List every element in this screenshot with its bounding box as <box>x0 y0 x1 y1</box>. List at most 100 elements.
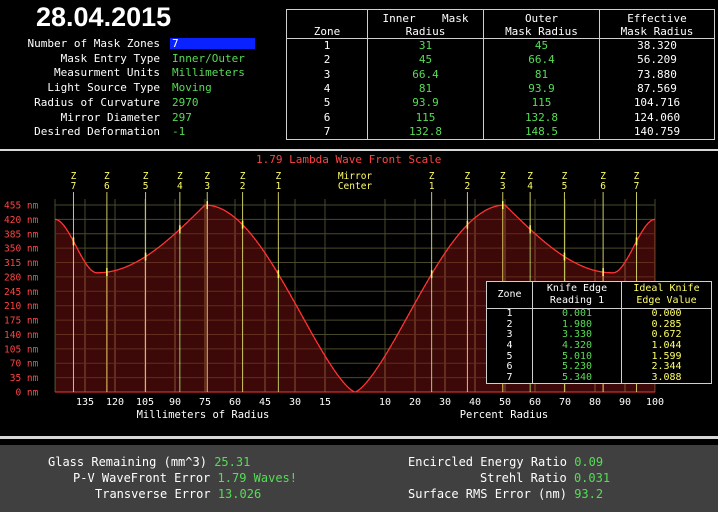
x-tick-label: 70 <box>559 397 571 408</box>
table-row: 1 0.001 0.000 <box>486 308 712 320</box>
param-value[interactable]: -1 <box>172 125 185 139</box>
table-cell[interactable]: 132.8 <box>367 124 484 140</box>
param-label: Desired Deformation <box>34 125 160 139</box>
table-cell[interactable]: 81 <box>367 81 484 97</box>
param-label: Mask Entry Type <box>60 51 160 65</box>
x-tick-label: 135 <box>76 397 94 408</box>
zone-marker-label: 4 <box>177 181 183 192</box>
y-tick-label: 0 nm <box>4 388 39 399</box>
x-tick-label: 90 <box>619 397 631 408</box>
table-row: 5 93.9 115 104.716 <box>286 96 715 111</box>
x-tick-label: 75 <box>199 397 211 408</box>
y-tick-label: 140 nm <box>4 330 39 341</box>
table-cell[interactable]: 93.9 <box>367 96 484 111</box>
table-cell[interactable]: 81 <box>483 67 600 82</box>
results-panel: Glass Remaining (mm^3) 25.31 P-V WaveFro… <box>0 445 718 512</box>
table-cell[interactable]: 66.4 <box>367 67 484 82</box>
param-value[interactable]: 297 <box>172 111 192 125</box>
param-value[interactable]: Millimeters <box>172 66 245 80</box>
encircled-energy-label: Encircled Energy Ratio <box>408 455 567 469</box>
table-cell[interactable]: 66.4 <box>483 53 600 68</box>
table-cell[interactable]: 115 <box>483 96 600 111</box>
mask-zones-input[interactable]: 7 <box>170 37 255 50</box>
table-cell: 1 <box>286 38 368 54</box>
table-cell: 2.344 <box>621 362 712 373</box>
table-cell[interactable]: 31 <box>367 38 484 54</box>
y-tick-label: 420 nm <box>4 215 39 226</box>
table-row: 4 81 93.9 87.569 <box>286 81 715 97</box>
zone-marker-label: 1 <box>275 181 281 192</box>
param-value[interactable]: 2970 <box>172 96 199 110</box>
zone-marker-label: 6 <box>600 181 606 192</box>
y-tick-label: 70 nm <box>4 359 39 370</box>
table-cell: 140.759 <box>599 124 715 140</box>
table-row: 3 66.4 81 73.880 <box>286 67 715 82</box>
x-tick-label: 45 <box>259 397 271 408</box>
table-cell[interactable]: 93.9 <box>483 81 600 97</box>
transverse-error-value: 13.026 <box>217 487 262 501</box>
pv-error-label: P-V WaveFront Error <box>73 471 211 485</box>
y-tick-label: 35 nm <box>4 373 39 384</box>
table-cell: 7 <box>286 124 368 140</box>
glass-remaining-row: Glass Remaining (mm^3) 25.31 <box>48 455 250 470</box>
zone-marker-label: 7 <box>634 181 640 192</box>
table-cell[interactable]: 148.5 <box>483 124 600 140</box>
zone-col-header: Zone <box>286 9 368 39</box>
x-tick-label: 100 <box>646 397 664 408</box>
table-cell: 6 <box>486 362 533 373</box>
mirror-center-label: Center <box>338 181 373 192</box>
table-cell: 0.000 <box>621 308 712 320</box>
x-tick-label: 80 <box>589 397 601 408</box>
table-cell[interactable]: 132.8 <box>483 110 600 125</box>
x-tick-label: 120 <box>106 397 124 408</box>
outer-radius-col-header: Outer Mask Radius <box>483 9 600 39</box>
x-tick-label: 30 <box>439 397 451 408</box>
table-cell[interactable]: 45 <box>367 53 484 68</box>
table-cell: 4 <box>486 341 533 352</box>
param-value[interactable]: Inner/Outer <box>172 52 245 66</box>
table-row: 7 132.8 148.5 140.759 <box>286 124 715 140</box>
zone-marker-label: 4 <box>527 181 533 192</box>
strehl-value: 0.031 <box>573 471 611 485</box>
x-tick-label: 30 <box>289 397 301 408</box>
rms-error-row: Surface RMS Error (nm) 93.2 <box>408 487 603 502</box>
param-label: Radius of Curvature <box>34 95 160 109</box>
y-tick-label: 315 nm <box>4 258 39 269</box>
x-tick-label: 40 <box>469 397 481 408</box>
table-cell: 0.001 <box>532 308 622 320</box>
app-window: 28.04.2015 Number of Mask Zones Mask Entr… <box>0 0 718 512</box>
knife-zone-col-header: Zone <box>486 281 533 309</box>
y-tick-label: 280 nm <box>4 272 39 283</box>
y-tick-label: 210 nm <box>4 301 39 312</box>
encircled-energy-value: 0.09 <box>574 455 604 469</box>
y-tick-label: 245 nm <box>4 287 39 298</box>
param-label: Light Source Type <box>47 81 160 95</box>
rms-error-value: 93.2 <box>574 487 604 501</box>
param-value[interactable]: Moving <box>172 81 212 95</box>
x-tick-label: 90 <box>169 397 181 408</box>
table-cell: 104.716 <box>599 96 715 111</box>
divider-bottom <box>0 436 718 439</box>
knife-table-body: 1 0.001 0.000 2 1.980 0.285 3 3.330 0.672 4 4.320 1… <box>486 308 712 385</box>
transverse-error-label: Transverse Error <box>95 487 211 501</box>
strehl-row: Strehl Ratio 0.031 <box>480 471 610 486</box>
table-row: 2 45 66.4 56.209 <box>286 53 715 68</box>
param-label: Measurment Units <box>54 66 160 80</box>
zone-marker-label: 7 <box>71 181 77 192</box>
ideal-knife-col-header: Ideal Knife Edge Value <box>621 281 712 309</box>
zone-marker-label: 5 <box>562 181 568 192</box>
table-cell: 4 <box>286 81 368 97</box>
zone-marker-label: 6 <box>104 181 110 192</box>
knife-edge-table: Zone Knife Edge Reading 1 Ideal Knife Ed… <box>486 281 712 385</box>
glass-remaining-value: 25.31 <box>214 455 251 469</box>
y-tick-label: 385 nm <box>4 229 39 240</box>
x-tick-label: 15 <box>319 397 331 408</box>
table-cell: 1.044 <box>621 341 712 352</box>
x-tick-label: 20 <box>409 397 421 408</box>
table-cell[interactable]: 115 <box>367 110 484 125</box>
table-cell[interactable]: 45 <box>483 38 600 54</box>
transverse-error-row: Transverse Error 13.026 <box>95 487 261 502</box>
table-row: 1 31 45 38.320 <box>286 38 715 54</box>
y-tick-label: 175 nm <box>4 316 39 327</box>
right-x-axis-label: Percent Radius <box>460 409 549 421</box>
